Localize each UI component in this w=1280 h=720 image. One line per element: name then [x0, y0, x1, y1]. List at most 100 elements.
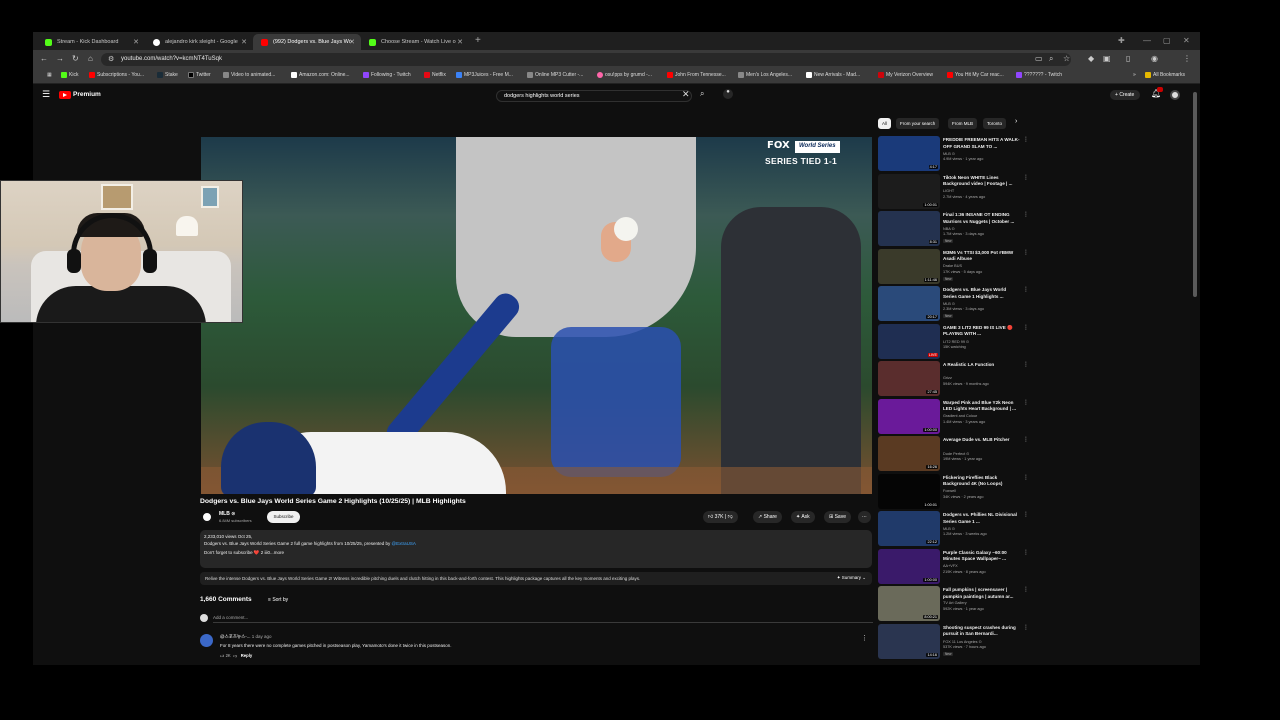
- video-menu-icon[interactable]: ⋮: [1023, 361, 1029, 368]
- recommended-video[interactable]: 20:17 Dodgers vs. Blue Jays World Series…: [878, 286, 1029, 322]
- ask-button[interactable]: ✦ Ask: [791, 511, 815, 523]
- recommended-channel[interactable]: AA+VFX: [943, 564, 958, 568]
- tab-kick-choose[interactable]: Choose Stream - Watch Live o ✕: [361, 34, 469, 50]
- bookmarks-overflow-icon[interactable]: »: [1125, 72, 1136, 78]
- recommended-video[interactable]: 22:12 Dodgers vs. Phillies NL Divisional…: [878, 511, 1029, 547]
- extension-icon[interactable]: ◆: [1088, 54, 1094, 63]
- chip-toronto[interactable]: Toronto: [983, 118, 1007, 129]
- video-menu-icon[interactable]: ⋮: [1023, 436, 1029, 443]
- clear-search-icon[interactable]: ✕: [682, 89, 690, 100]
- recommended-title[interactable]: Flickering Fireflies Black Background 4K…: [943, 475, 1021, 488]
- recommended-channel[interactable]: Grizz: [943, 376, 952, 380]
- video-thumbnail[interactable]: 8:00:21: [878, 586, 940, 621]
- video-thumbnail[interactable]: 14:16: [878, 623, 940, 659]
- profile-icon[interactable]: ◉: [1151, 54, 1158, 63]
- recommended-title[interactable]: FREDDIE FREEMAN HITS A WALK-OFF GRAND SL…: [943, 137, 1021, 150]
- recommended-video[interactable]: 1:00:01 Tiktok Neon WHITE Lines Backgrou…: [878, 173, 1029, 210]
- bookmark-stake[interactable]: Stake: [157, 72, 178, 78]
- recommended-channel[interactable]: Gradient and Colour: [943, 414, 977, 418]
- close-icon[interactable]: ✕: [457, 38, 463, 46]
- recommended-title[interactable]: Average Dude vs. MLB Pitcher: [943, 437, 1021, 444]
- bookmark-mens-la[interactable]: Men's Los Angeles...: [738, 72, 792, 78]
- bookmark-amazon[interactable]: Amazon.com: Online...: [291, 72, 350, 78]
- tab-search-icon[interactable]: ✚: [1118, 36, 1125, 45]
- bookmark-subscriptions[interactable]: Subscriptions - You...: [89, 72, 144, 78]
- video-thumbnail[interactable]: 1:00:01: [878, 473, 940, 509]
- recommended-video[interactable]: 16:26 Average Dude vs. MLB Pitcher Dude …: [878, 436, 1029, 472]
- reply-button[interactable]: Reply: [241, 653, 252, 658]
- subscribe-button[interactable]: Subscribe: [267, 511, 300, 523]
- recommended-title[interactable]: Tiktok Neon WHITE Lines Background video…: [943, 175, 1021, 188]
- recommended-channel[interactable]: FOX 11 Los Angeles ⊙: [943, 639, 982, 644]
- video-menu-icon[interactable]: ⋮: [1023, 211, 1029, 218]
- bookmark-car[interactable]: You Hit My Car reac...: [947, 72, 1004, 78]
- account-avatar[interactable]: [1170, 90, 1180, 100]
- recommended-channel[interactable]: MLB ⊙: [943, 526, 955, 531]
- recommended-video[interactable]: 1:00:00 Purple Classic Galaxy ~60:00 Min…: [878, 548, 1029, 585]
- apps-icon[interactable]: ▦: [39, 72, 52, 78]
- recommended-title[interactable]: GAME 3 LIT2 RED 99 IS LIVE 🔴 PLAYING WIT…: [943, 325, 1021, 338]
- video-menu-icon[interactable]: ⋮: [1023, 474, 1029, 481]
- bookmark-netflix[interactable]: Netflix: [424, 72, 446, 78]
- chip-from-mlb[interactable]: From MLB: [948, 118, 978, 129]
- create-button[interactable]: + Create: [1110, 90, 1140, 100]
- video-thumbnail[interactable]: 4:17: [878, 136, 940, 171]
- recommended-channel[interactable]: TV Art Gallery: [943, 601, 967, 605]
- chip-all[interactable]: All: [878, 118, 892, 129]
- recommended-channel[interactable]: NBA ⊙: [943, 226, 955, 231]
- recommended-title[interactable]: Shooting suspect crashes during pursuit …: [943, 625, 1021, 638]
- video-menu-icon[interactable]: ⋮: [1023, 249, 1029, 256]
- video-menu-icon[interactable]: ⋮: [1023, 399, 1029, 406]
- close-icon[interactable]: ✕: [349, 38, 355, 46]
- video-thumbnail[interactable]: 27:45: [878, 361, 940, 396]
- video-thumbnail[interactable]: 8:31: [878, 211, 940, 246]
- bookmark-mp3cutter[interactable]: Online MP3 Cutter -...: [527, 72, 583, 78]
- close-window-icon[interactable]: ✕: [1183, 36, 1190, 45]
- menu-icon[interactable]: ☰: [42, 89, 50, 100]
- sort-by-button[interactable]: ≡ Sort by: [268, 597, 288, 603]
- maximize-icon[interactable]: ▢: [1163, 36, 1171, 45]
- forward-icon[interactable]: →: [56, 54, 64, 63]
- bookmark-verizon[interactable]: My Verizon Overview: [878, 72, 933, 78]
- video-menu-icon[interactable]: ⋮: [1023, 286, 1029, 293]
- thumbs-down-icon[interactable]: 👎︎: [728, 514, 733, 520]
- bookmark-osu[interactable]: osu!pps by grumd -...: [597, 72, 652, 78]
- install-icon[interactable]: ▭: [1035, 54, 1043, 63]
- bookmark-star-icon[interactable]: ☆: [1063, 54, 1070, 63]
- recommended-video[interactable]: 1:00:00 Warped Pink and Blue Y2k Neon LE…: [878, 398, 1029, 435]
- description-box[interactable]: 2,233,010 views Oct 25, Dodgers vs. Blue…: [200, 530, 872, 568]
- recommended-title[interactable]: A Realistic LA Function: [943, 362, 1021, 369]
- video-thumbnail[interactable]: 16:26: [878, 436, 940, 471]
- video-thumbnail[interactable]: 1:00:00: [878, 548, 940, 584]
- video-menu-icon[interactable]: ⋮: [1023, 511, 1029, 518]
- video-menu-icon[interactable]: ⋮: [1023, 174, 1029, 181]
- bookmark-john[interactable]: John From Tennesse...: [667, 72, 726, 78]
- zoom-icon[interactable]: ⌕: [1049, 54, 1053, 64]
- recommended-channel[interactable]: LIGHT: [943, 189, 954, 193]
- recommended-title[interactable]: Purple Classic Galaxy ~60:00 Minutes Spa…: [943, 550, 1021, 563]
- search-input[interactable]: dodgers highlights world series: [496, 90, 692, 102]
- bookmark-video[interactable]: Video to animated...: [223, 72, 275, 78]
- recommended-video[interactable]: 8:00:21 Fall pumpkins | screensaver | pu…: [878, 586, 1029, 622]
- recommended-title[interactable]: Dodgers vs. Blue Jays World Series Game …: [943, 287, 1021, 300]
- video-thumbnail[interactable]: 1:00:01: [878, 173, 940, 209]
- home-icon[interactable]: ⌂: [88, 54, 93, 63]
- recommended-title[interactable]: Warped Pink and Blue Y2k Neon LED Lights…: [943, 400, 1021, 413]
- chip-from-search[interactable]: From your search: [896, 118, 940, 129]
- tab-google[interactable]: alejandro kirk sleight - Google ✕: [145, 34, 253, 50]
- tab-youtube[interactable]: (992) Dodgers vs. Blue Jays Wo ✕: [253, 34, 361, 50]
- description-more[interactable]: Don't forget to subscribe ❤️ 2 iii0...mo…: [204, 550, 868, 556]
- video-thumbnail[interactable]: LIVE: [878, 323, 940, 359]
- video-thumbnail[interactable]: 1:11:46: [878, 248, 940, 284]
- youtube-premium-logo[interactable]: Premium: [73, 91, 101, 98]
- comment-like-icon[interactable]: 👍︎: [220, 653, 224, 658]
- bookmark-twitch-2[interactable]: ??????? - Twitch: [1016, 72, 1062, 78]
- recommended-video[interactable]: 1:11:46 M3M6 Vs TTSI $3,000 Pot #BMW Asa…: [878, 248, 1029, 285]
- comment-author[interactable]: @스포츠뉴스-... 1 day ago: [220, 634, 272, 640]
- video-thumbnail[interactable]: 22:12: [878, 511, 940, 546]
- chevron-right-icon[interactable]: ›: [1015, 118, 1017, 125]
- tab-kick-dashboard[interactable]: Stream - Kick Dashboard ✕: [37, 34, 145, 50]
- reload-icon[interactable]: ↻: [72, 54, 79, 63]
- close-icon[interactable]: ✕: [241, 38, 247, 46]
- recommended-channel[interactable]: MLB ⊙: [943, 151, 955, 156]
